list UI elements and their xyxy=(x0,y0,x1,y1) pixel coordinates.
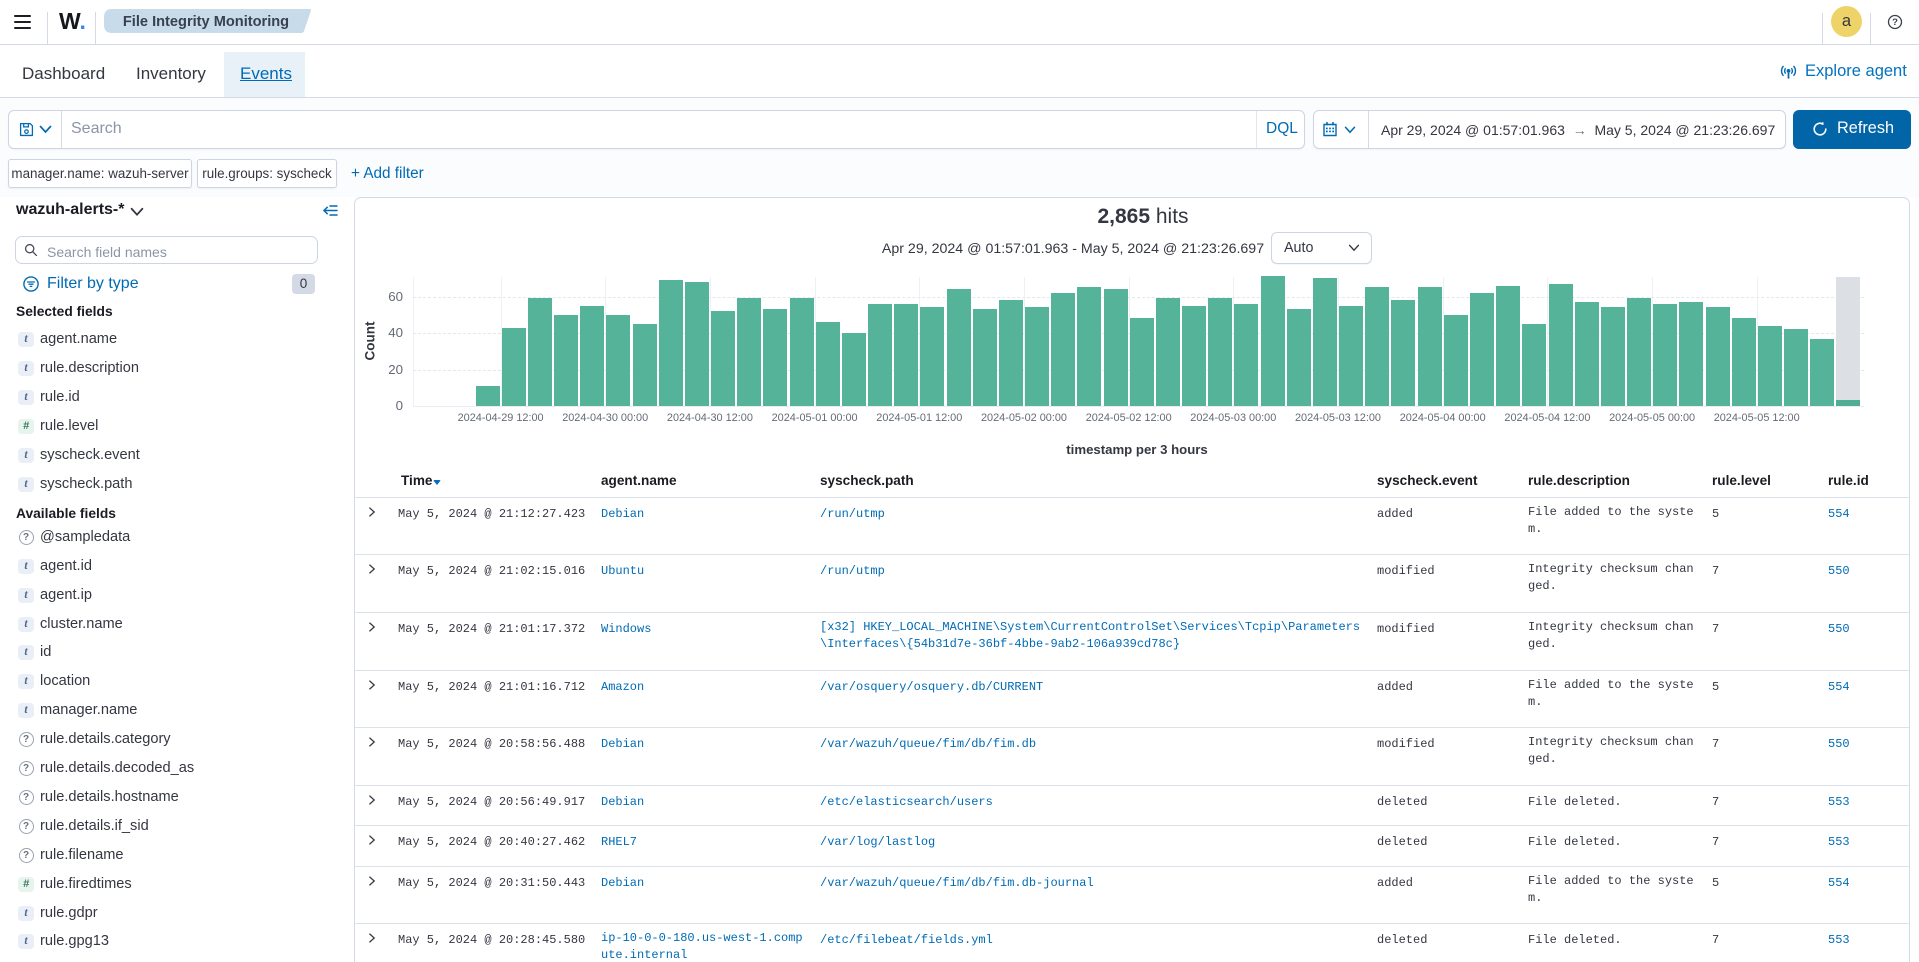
svg-text:?: ? xyxy=(1892,17,1898,28)
svg-text:File Integrity Monitoring: File Integrity Monitoring xyxy=(123,14,289,30)
